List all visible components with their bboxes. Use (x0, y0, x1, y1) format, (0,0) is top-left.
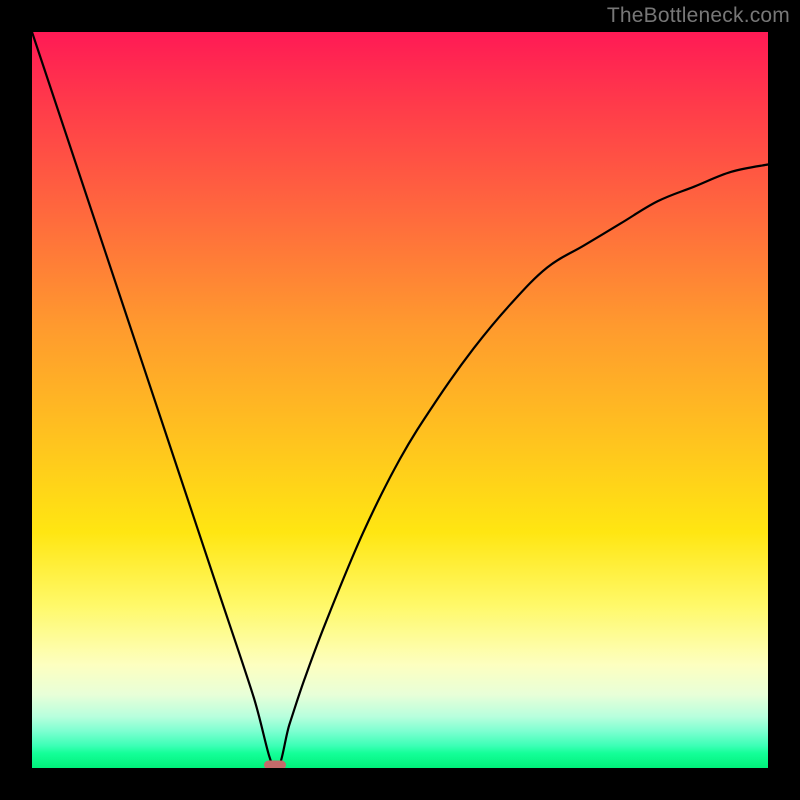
bottleneck-curve (32, 32, 768, 768)
plot-area (32, 32, 768, 768)
watermark-text: TheBottleneck.com (607, 4, 790, 28)
minimum-marker (264, 761, 286, 769)
chart-frame: TheBottleneck.com (0, 0, 800, 800)
